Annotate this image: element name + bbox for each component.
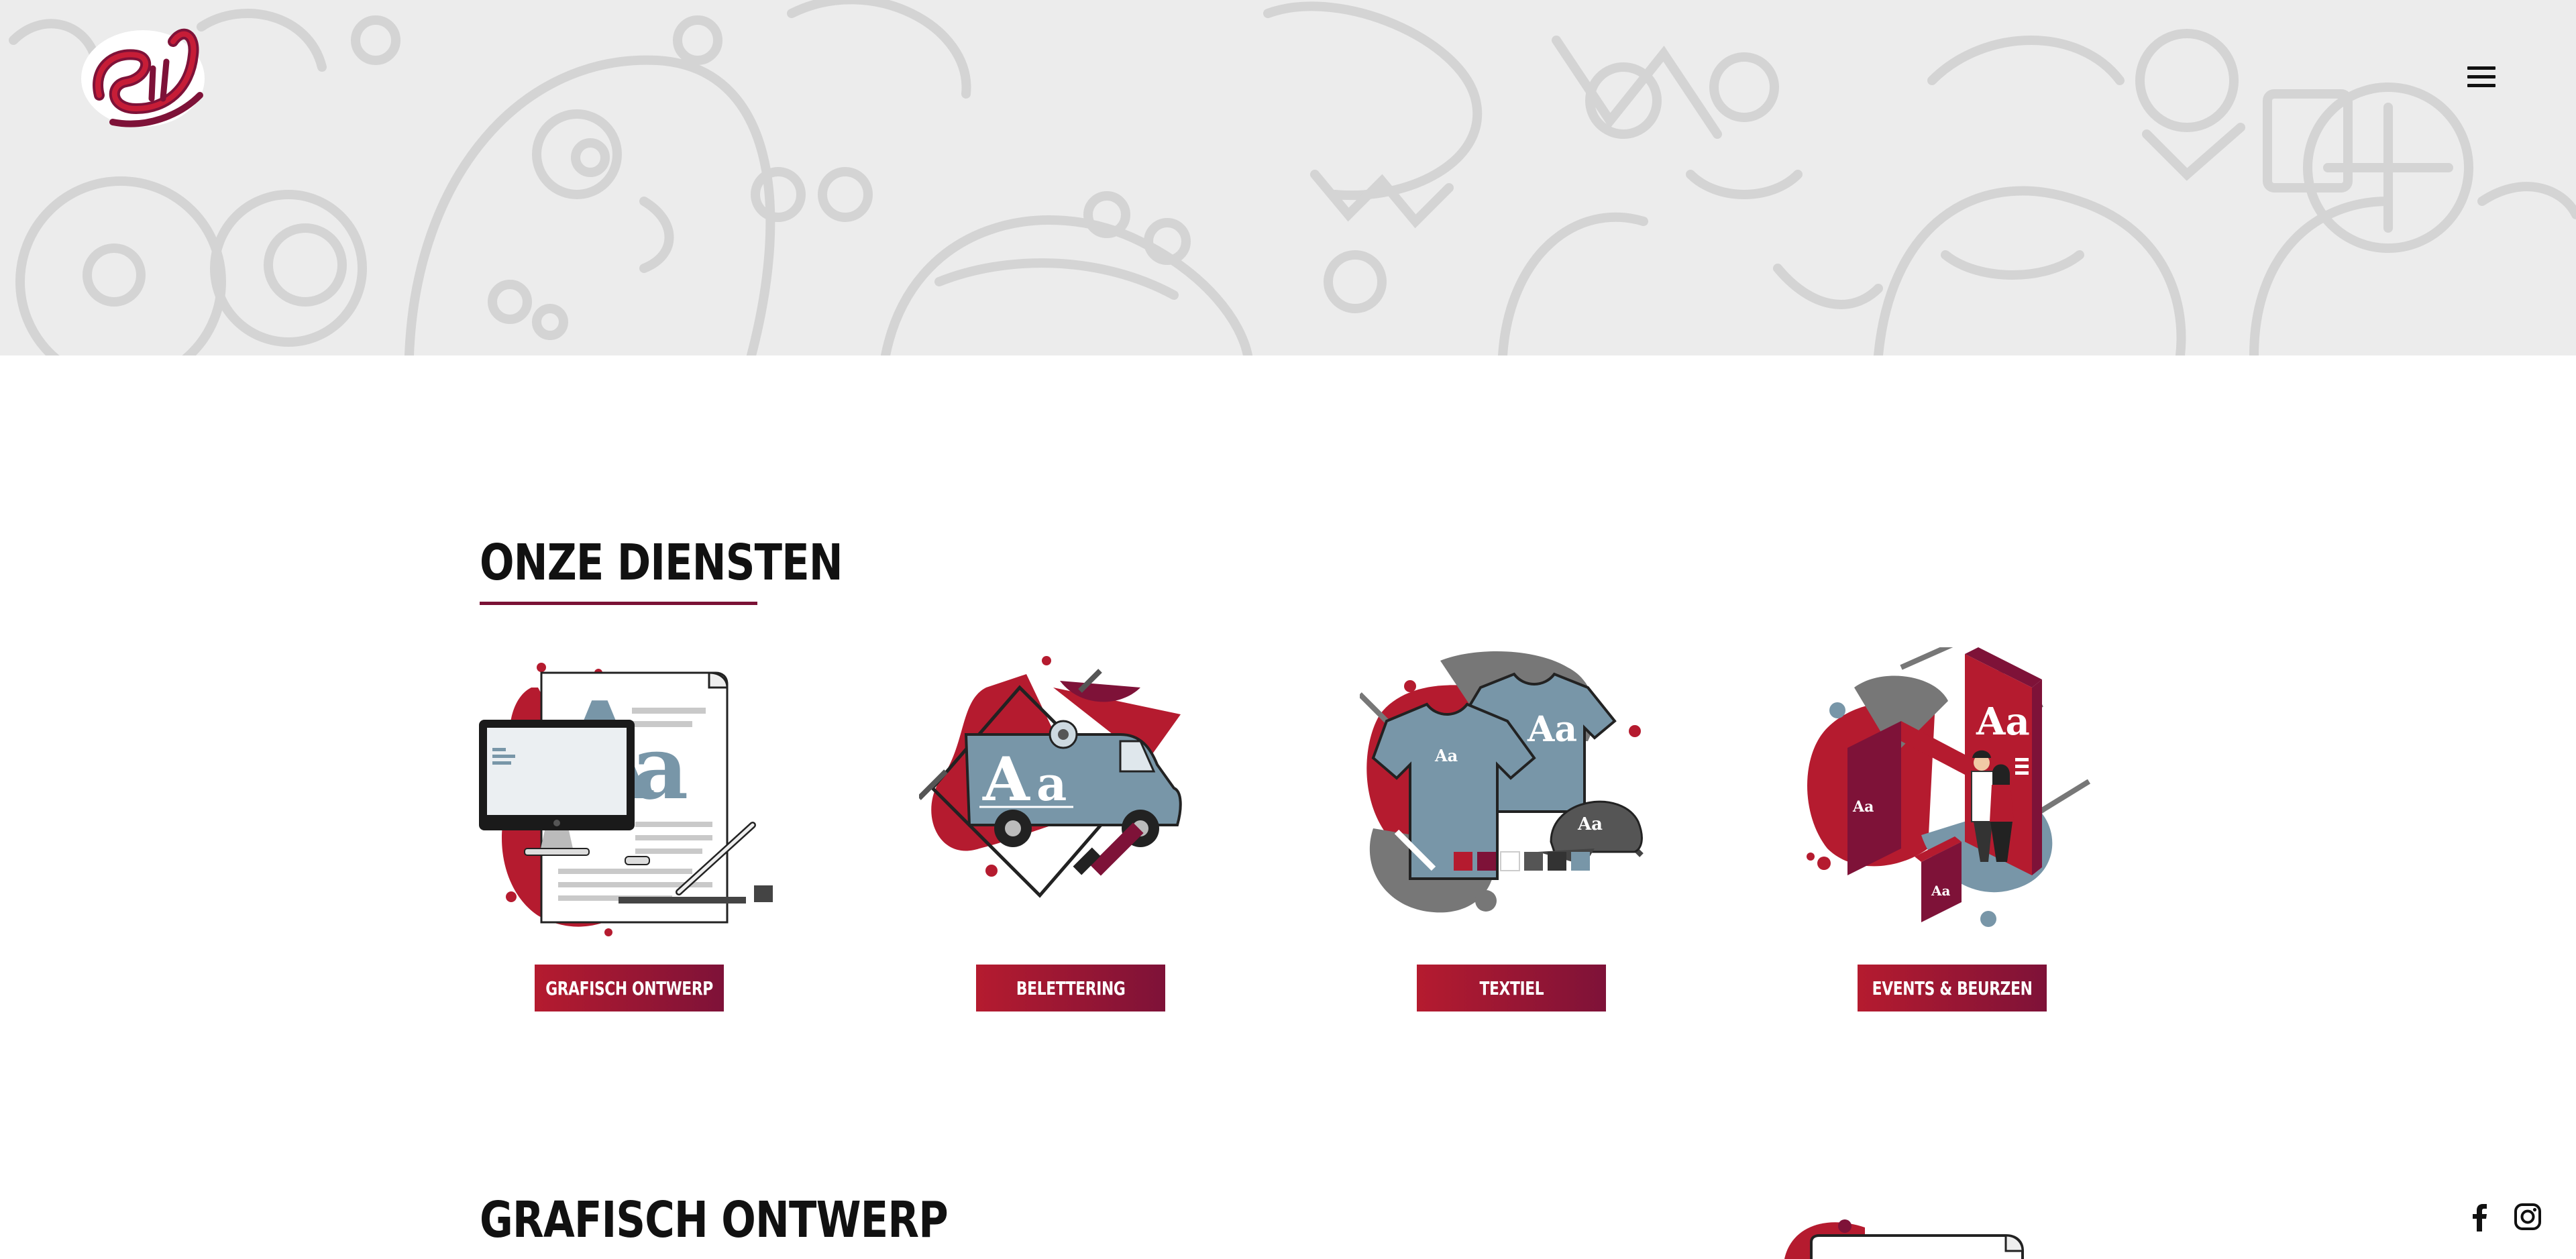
facebook-icon (2473, 1204, 2487, 1231)
svg-text:A: A (982, 744, 1030, 815)
hamburger-menu-button[interactable] (2462, 64, 2502, 91)
facebook-link[interactable] (2465, 1202, 2495, 1231)
service-card-events-beurzen: Aa Aa Aa EVENTS & BEURZEN (1801, 647, 2109, 1013)
svg-text:a: a (1036, 756, 1067, 812)
svg-text:Aa: Aa (1931, 883, 1951, 899)
van-lettering-illustration: A a (919, 656, 1182, 898)
hamburger-menu-icon (2467, 66, 2496, 70)
belettering-button[interactable]: BELETTERING (976, 965, 1165, 1011)
doodle-background (9, 0, 2576, 355)
grafisch-ontwerp-section-title: GRAFISCH ONTWERP (480, 1191, 949, 1249)
svg-text:Aa: Aa (1434, 746, 1458, 765)
instagram-icon (2514, 1203, 2541, 1230)
title-underline (480, 602, 757, 605)
textiel-button[interactable]: TEXTIEL (1417, 965, 1606, 1011)
grafisch-ontwerp-button[interactable]: GRAFISCH ONTWERP (535, 965, 724, 1011)
textile-tshirt-illustration: Aa Aa Aa (1360, 651, 1644, 913)
instagram-link[interactable] (2513, 1202, 2542, 1231)
service-card-textiel: Aa Aa Aa TEXTIEL (1360, 647, 1668, 1013)
events-beurzen-button[interactable]: EVENTS & BEURZEN (1858, 965, 2047, 1011)
services-section-title: ONZE DIENSTEN (480, 534, 843, 592)
stikr-logo[interactable] (72, 15, 213, 135)
grafisch-ontwerp-illustration-peek (1784, 1219, 2024, 1259)
service-card-grafisch-ontwerp: A a GRAFISCH ONTWERP (478, 647, 786, 1013)
svg-text:Aa: Aa (1527, 709, 1577, 750)
hero-banner (0, 0, 2576, 355)
svg-text:Aa: Aa (1976, 700, 2030, 744)
graphic-design-illustration: A a (479, 663, 773, 936)
svg-text:a: a (632, 716, 688, 819)
service-card-belettering: A a BELETTERING (919, 647, 1228, 1013)
svg-text:Aa: Aa (1852, 798, 1874, 816)
svg-text:Aa: Aa (1577, 814, 1603, 834)
events-booth-illustration: Aa Aa Aa (1807, 647, 2091, 927)
